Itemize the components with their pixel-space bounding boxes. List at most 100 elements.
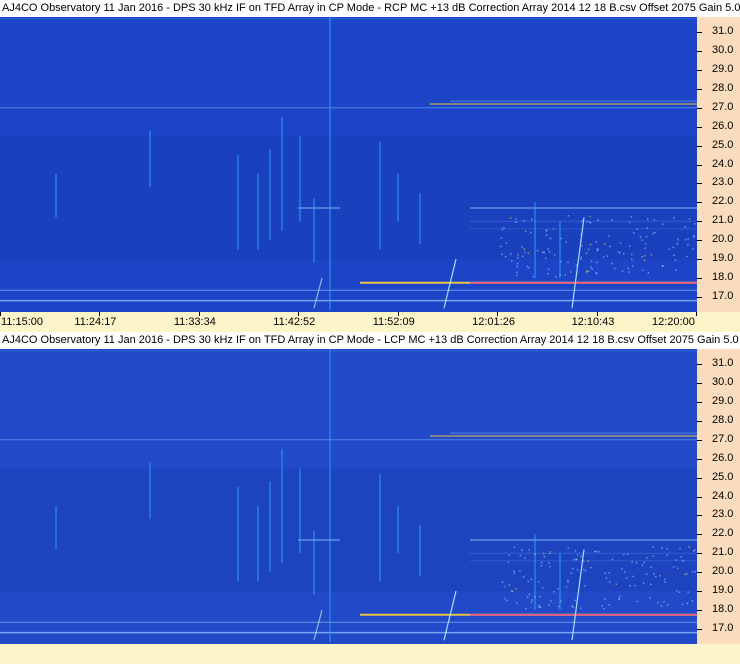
noise-speck — [548, 552, 551, 555]
noise-speck — [675, 559, 677, 561]
frequency-tick-label: 21.0 — [712, 214, 734, 227]
noise-speck — [553, 254, 556, 256]
noise-speck — [661, 547, 663, 550]
frequency-tick-label: 30.0 — [712, 376, 734, 389]
noise-speck — [516, 271, 518, 274]
noise-speck — [597, 219, 599, 222]
lcp-spectrogram-canvas — [0, 349, 697, 644]
noise-speck — [513, 546, 516, 549]
noise-speck — [674, 259, 677, 262]
frequency-tick-mark — [697, 534, 702, 536]
noise-speck — [595, 272, 597, 274]
noise-speck — [584, 569, 587, 572]
noise-speck — [666, 554, 669, 556]
noise-speck — [672, 566, 675, 568]
noise-speck — [542, 587, 544, 589]
noise-speck — [618, 252, 621, 254]
frequency-tick-mark — [697, 183, 702, 185]
noise-speck — [628, 271, 630, 273]
noise-speck — [632, 231, 635, 234]
time-axis: 11:15:00 11:24:17 11:33:34 11:42:52 11:52:09… — [0, 312, 740, 332]
noise-speck — [589, 222, 592, 224]
noise-speck — [557, 587, 559, 590]
noise-speck — [585, 271, 588, 273]
noise-speck — [567, 261, 569, 264]
noise-speck — [601, 605, 604, 607]
frequency-tick-label: 29.0 — [712, 394, 734, 407]
noise-speck — [678, 591, 681, 593]
time-tick-label: 11:15:00 — [1, 316, 44, 328]
noise-speck — [510, 253, 512, 255]
noise-speck — [548, 604, 550, 607]
time-tick-label: 11:33:34 — [173, 316, 216, 328]
noise-speck — [539, 606, 542, 608]
noise-speck — [675, 269, 678, 272]
noise-speck — [572, 567, 574, 570]
noise-speck — [680, 556, 682, 558]
noise-speck — [641, 256, 643, 258]
frequency-tick-mark — [697, 458, 702, 460]
noise-speck — [565, 586, 568, 588]
noise-speck — [692, 571, 694, 573]
noise-speck — [515, 221, 517, 223]
frequency-tick-label: 31.0 — [712, 25, 734, 38]
noise-speck — [567, 215, 570, 217]
frequency-tick-mark — [697, 609, 702, 611]
noise-speck — [555, 276, 557, 278]
noise-speck — [558, 605, 560, 608]
noise-speck — [571, 605, 574, 607]
frequency-tick-mark — [697, 628, 702, 630]
frequency-tick-label: 27.0 — [712, 100, 734, 113]
noise-speck — [549, 565, 551, 568]
noise-speck — [513, 572, 515, 575]
frequency-tick-mark — [697, 107, 702, 109]
frequency-tick-label: 22.0 — [712, 195, 734, 208]
frequency-tick-mark — [697, 51, 702, 53]
noise-speck — [661, 223, 664, 225]
noise-speck — [692, 248, 694, 250]
noise-speck — [528, 593, 531, 596]
frequency-tick-label: 17.0 — [712, 621, 734, 634]
noise-speck — [500, 237, 503, 239]
noise-speck — [547, 272, 550, 275]
noise-speck — [500, 245, 502, 248]
frequency-tick-mark — [697, 69, 702, 71]
noise-speck — [540, 561, 543, 564]
noise-speck — [621, 270, 624, 273]
noise-speck — [664, 581, 666, 583]
noise-speck — [580, 607, 582, 610]
noise-speck — [573, 558, 575, 561]
frequency-tick-mark — [697, 383, 702, 385]
time-tick-label: 12:10:43 — [571, 316, 615, 328]
noise-speck — [515, 602, 518, 604]
noise-speck — [650, 254, 653, 256]
rcp-spectrogram-canvas — [0, 17, 697, 312]
noise-speck — [686, 602, 689, 605]
noise-speck — [574, 550, 577, 552]
noise-speck — [524, 557, 526, 559]
noise-speck — [509, 217, 512, 219]
noise-speck — [548, 250, 551, 253]
noise-speck — [536, 249, 539, 252]
noise-speck — [553, 590, 555, 593]
noise-speck — [531, 218, 533, 221]
frequency-tick-mark — [697, 420, 702, 422]
noise-speck — [687, 238, 690, 240]
frequency-tick-mark — [697, 240, 702, 242]
noise-speck — [645, 236, 648, 238]
noise-speck — [501, 253, 503, 256]
spectrogram-dark-band — [0, 468, 697, 592]
noise-speck — [589, 215, 591, 218]
noise-speck — [597, 550, 600, 553]
noise-speck — [550, 600, 552, 602]
noise-speck — [590, 260, 593, 262]
noise-speck — [686, 255, 688, 258]
noise-speck — [644, 243, 647, 245]
frequency-tick-label: 19.0 — [712, 584, 734, 597]
time-axis-empty — [0, 644, 740, 664]
frequency-tick-label: 26.0 — [712, 119, 734, 132]
noise-speck — [636, 600, 638, 603]
noise-speck — [575, 264, 578, 267]
frequency-tick-label: 18.0 — [712, 602, 734, 615]
noise-speck — [501, 228, 504, 231]
